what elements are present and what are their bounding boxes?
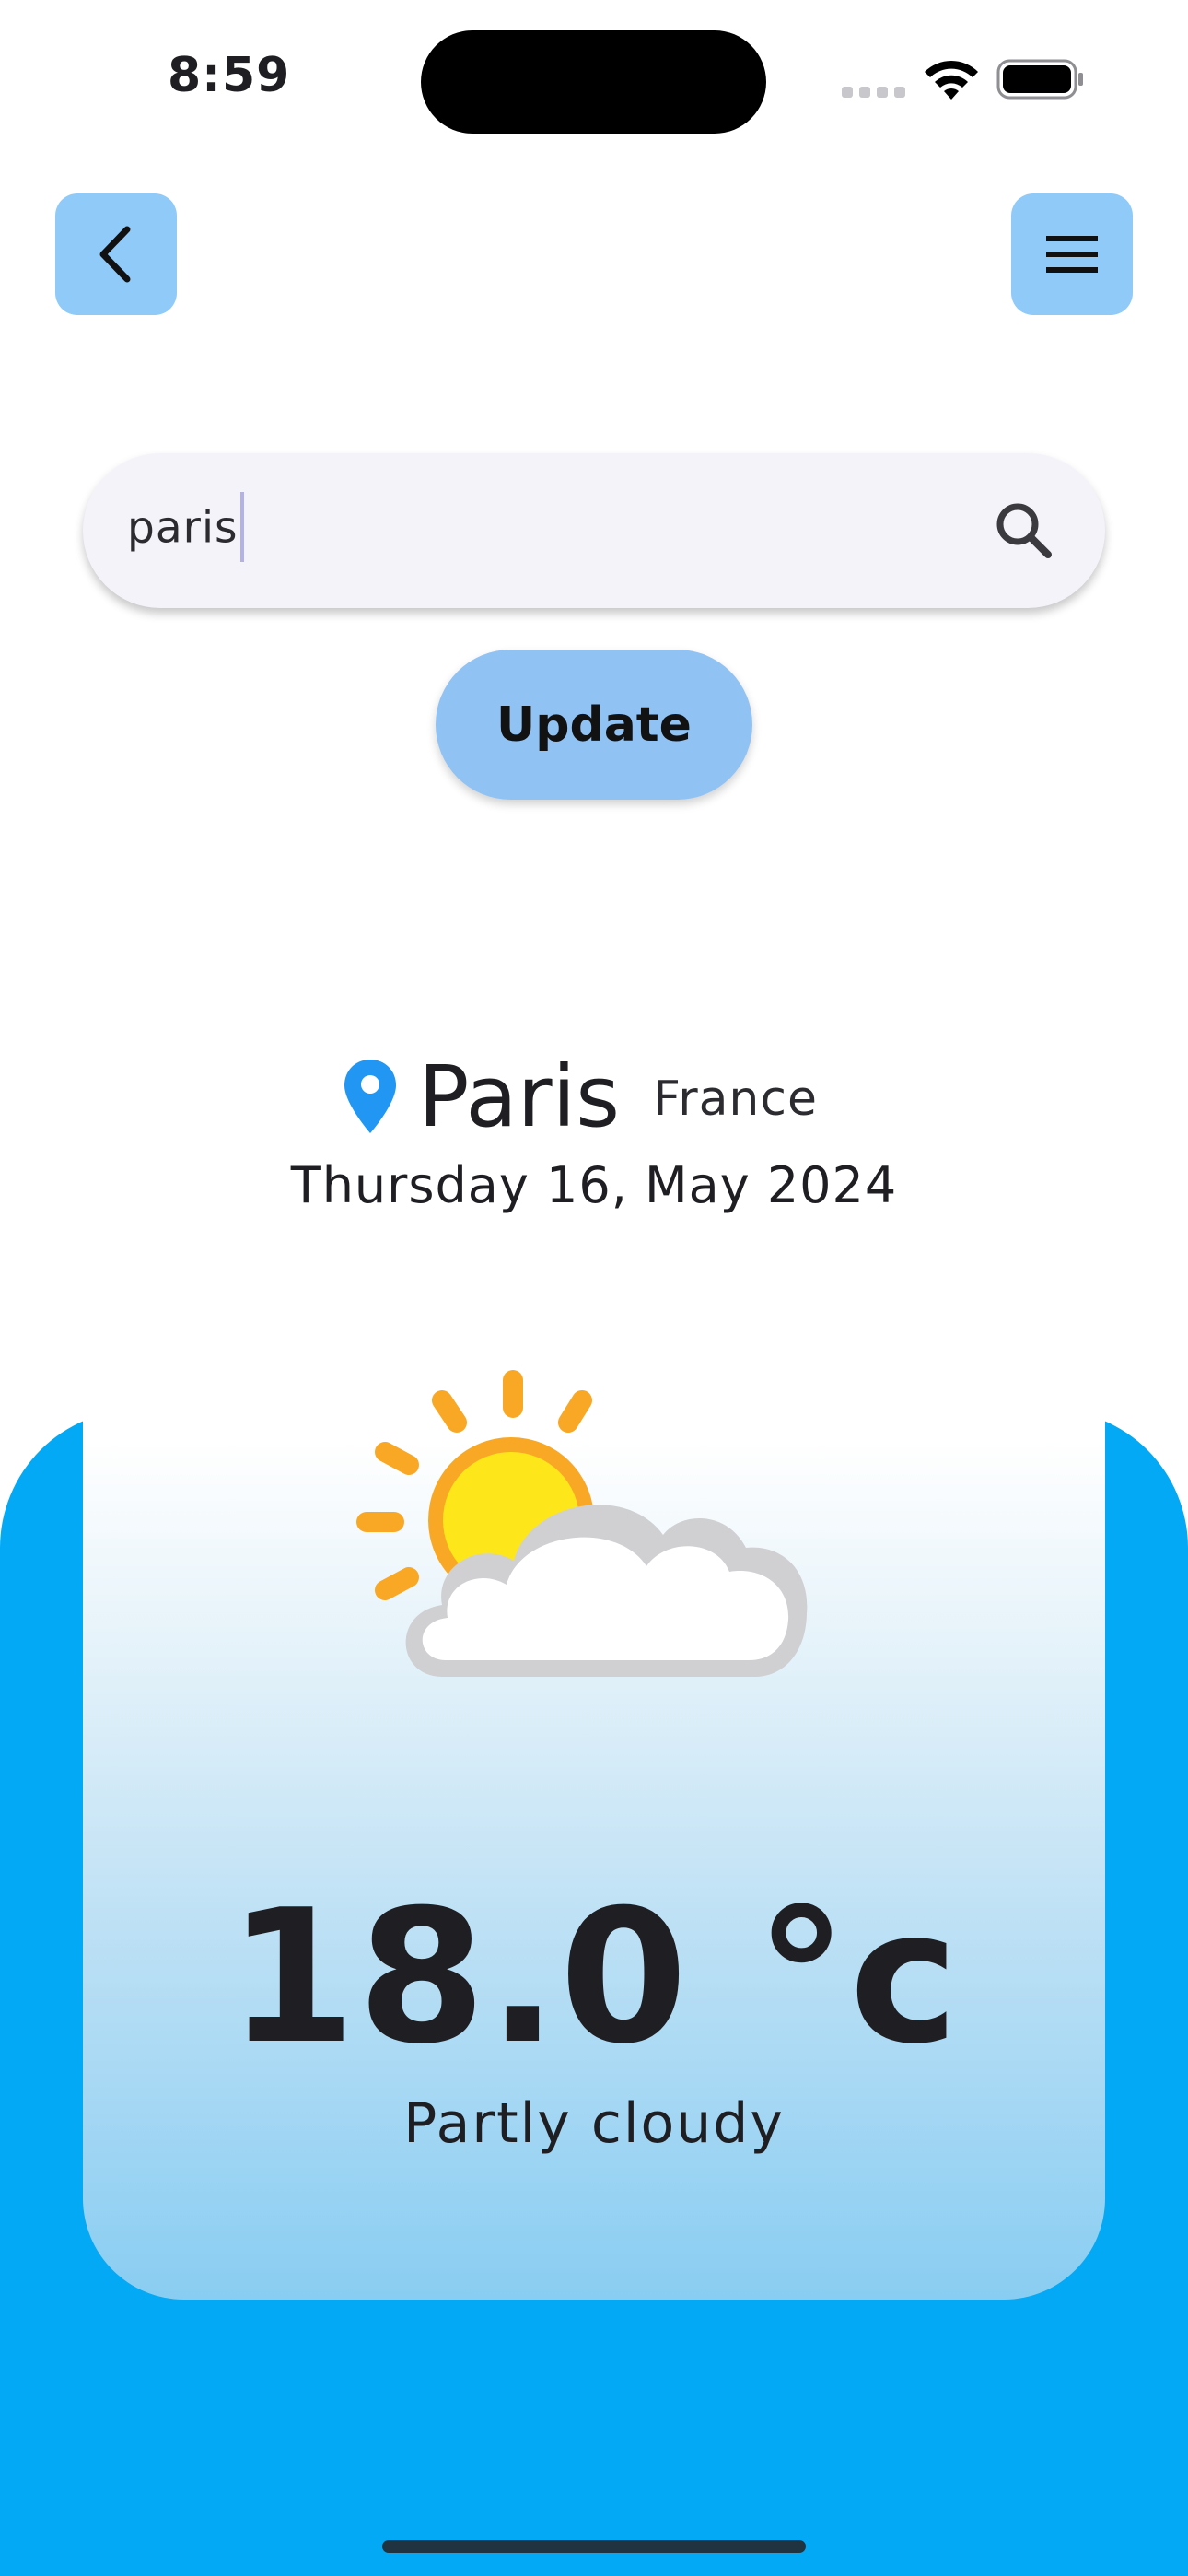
dynamic-island — [421, 30, 766, 134]
back-button[interactable] — [55, 193, 177, 315]
wifi-icon — [925, 60, 978, 100]
menu-button[interactable] — [1011, 193, 1133, 315]
weather-condition: Partly cloudy — [403, 2091, 785, 2156]
status-time: 8:59 — [168, 48, 291, 103]
update-button[interactable]: Update — [436, 650, 752, 800]
search-input-value: paris — [127, 502, 239, 554]
text-caret — [239, 492, 244, 562]
partly-cloudy-icon — [356, 1370, 808, 1677]
home-indicator[interactable] — [382, 2540, 806, 2553]
location-header: Paris France — [0, 1046, 1188, 1147]
search-bar[interactable]: paris — [83, 453, 1105, 608]
search-icon[interactable] — [989, 496, 1059, 566]
country-name: France — [653, 1071, 818, 1127]
battery-icon — [996, 59, 1083, 100]
cellular-signal-icon — [842, 87, 905, 98]
location-pin-icon — [344, 1060, 397, 1133]
hamburger-menu-icon — [1046, 236, 1098, 273]
city-name: Paris — [418, 1047, 621, 1146]
search-input[interactable]: paris — [127, 492, 244, 562]
chevron-left-icon — [99, 226, 131, 283]
date-label: Thursday 16, May 2024 — [290, 1156, 898, 1214]
temperature-value: 18.0 °c — [227, 1870, 961, 2085]
